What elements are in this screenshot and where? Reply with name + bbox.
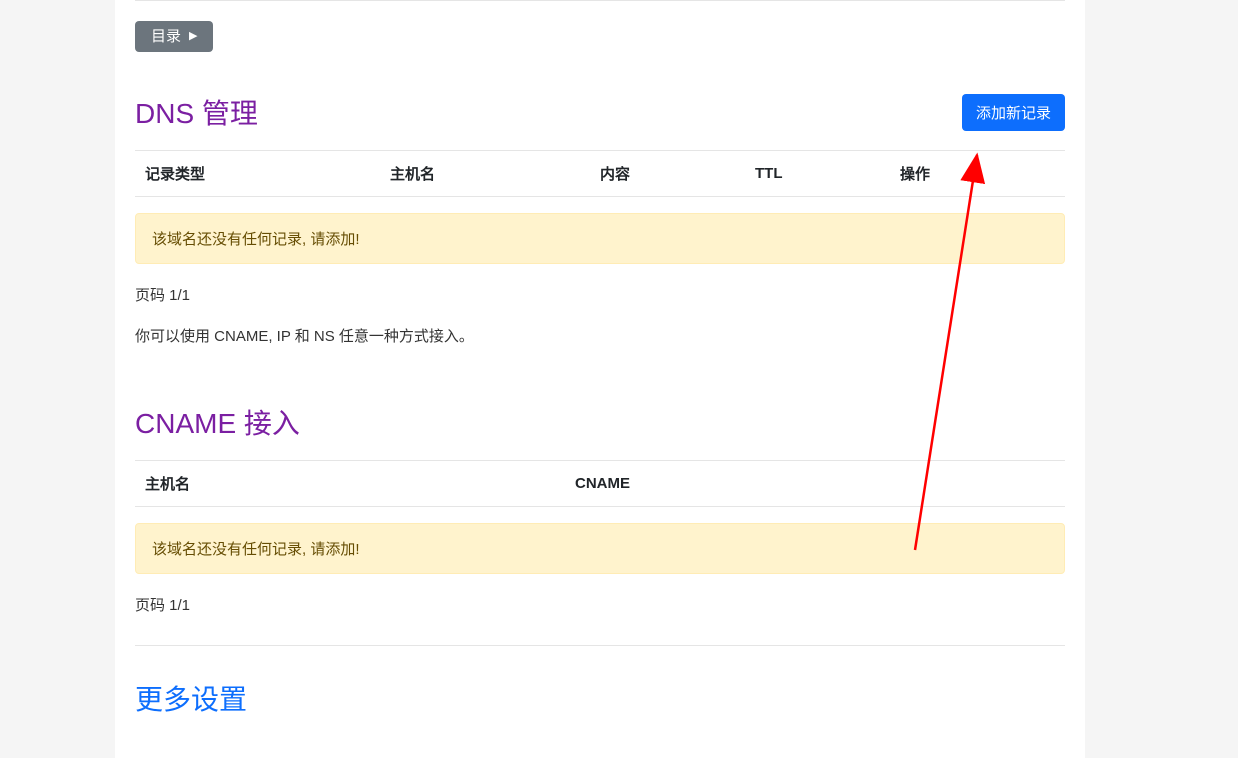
cname-pagination: 页码 1/1 <box>135 594 1065 615</box>
dns-empty-alert: 该域名还没有任何记录, 请添加! <box>135 213 1065 264</box>
cname-empty-alert: 该域名还没有任何记录, 请添加! <box>135 523 1065 574</box>
dns-table-header: 记录类型 主机名 内容 TTL 操作 <box>135 150 1065 197</box>
dns-col-ttl: TTL <box>755 165 900 182</box>
dns-col-type: 记录类型 <box>145 163 390 184</box>
add-record-button[interactable]: 添加新记录 <box>962 94 1065 131</box>
cname-section-header: CNAME 接入 <box>135 402 1065 442</box>
cname-table-header: 主机名 CNAME <box>135 460 1065 507</box>
dns-pagination: 页码 1/1 <box>135 284 1065 305</box>
caret-right-icon: ▶ <box>189 31 197 42</box>
toc-button[interactable]: 目录 ▶ <box>135 21 213 52</box>
more-settings-title: 更多设置 <box>135 678 1065 718</box>
cname-title: CNAME 接入 <box>135 402 300 442</box>
toc-button-label: 目录 <box>151 29 181 44</box>
dns-section-header: DNS 管理 添加新记录 <box>135 92 1065 132</box>
dns-col-action: 操作 <box>900 163 1055 184</box>
bottom-divider <box>135 645 1065 646</box>
cname-col-cname: CNAME <box>575 475 1055 492</box>
main-card: 目录 ▶ DNS 管理 添加新记录 记录类型 主机名 内容 TTL 操作 该域名… <box>115 0 1085 758</box>
dns-title: DNS 管理 <box>135 92 258 132</box>
dns-help-text: 你可以使用 CNAME, IP 和 NS 任意一种方式接入。 <box>135 325 1065 346</box>
dns-col-host: 主机名 <box>390 163 600 184</box>
cname-col-host: 主机名 <box>145 473 575 494</box>
dns-col-content: 内容 <box>600 163 755 184</box>
top-divider <box>135 0 1065 1</box>
